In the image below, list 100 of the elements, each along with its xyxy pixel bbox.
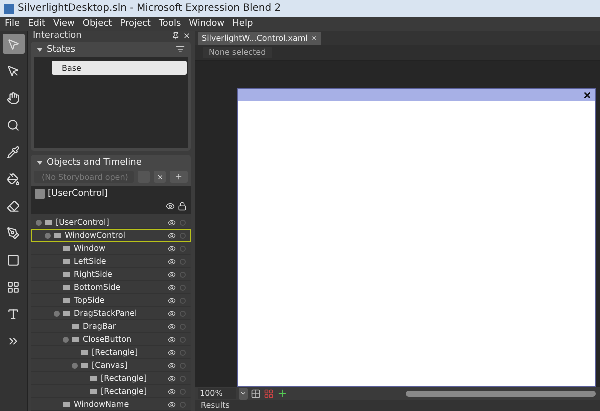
- tree-item[interactable]: [Rectangle]: [31, 385, 191, 398]
- pin-icon[interactable]: [172, 32, 180, 40]
- visibility-icon[interactable]: [168, 336, 176, 344]
- state-item[interactable]: Base: [52, 61, 187, 75]
- results-label: Results: [201, 401, 230, 410]
- tree-item[interactable]: WindowControl: [31, 229, 191, 242]
- element-icon: [90, 389, 97, 394]
- lock-toggle-icon[interactable]: [180, 272, 186, 278]
- section-title[interactable]: States: [37, 44, 76, 54]
- close-icon: [156, 174, 164, 180]
- chevron-down-icon: [240, 390, 247, 397]
- paint-bucket-icon: [7, 172, 20, 186]
- collapse-triangle-icon: [37, 48, 43, 52]
- element-icon: [63, 311, 70, 316]
- plus-icon: [175, 173, 183, 181]
- menu-item[interactable]: Project: [120, 19, 151, 29]
- element-icon: [63, 298, 70, 303]
- expander-icon[interactable]: [54, 310, 60, 316]
- visibility-icon[interactable]: [168, 232, 176, 240]
- lock-toggle-icon[interactable]: [180, 232, 186, 238]
- element-icon: [45, 220, 52, 225]
- text-icon: [7, 308, 20, 320]
- scrollbar[interactable]: [406, 390, 596, 396]
- pen-icon: [7, 226, 20, 240]
- rectangle-icon: [7, 254, 20, 266]
- lock-toggle-icon[interactable]: [180, 350, 186, 356]
- visibility-icon[interactable]: [168, 244, 176, 252]
- tab-close-button[interactable]: ×: [312, 34, 317, 43]
- tree-item[interactable]: TopSide: [31, 294, 191, 307]
- visibility-icon[interactable]: [168, 348, 176, 356]
- tree-item[interactable]: DragBar: [31, 320, 191, 333]
- lock-toggle-icon[interactable]: [180, 336, 186, 342]
- lock-toggle-icon[interactable]: [180, 284, 186, 290]
- lock-toggle-icon[interactable]: [180, 246, 186, 252]
- tree-item[interactable]: Window: [31, 242, 191, 255]
- lock-toggle-icon[interactable]: [180, 324, 186, 330]
- selection-icon: [7, 38, 20, 50]
- menu-item[interactable]: File: [5, 19, 20, 29]
- menu-item[interactable]: Tools: [158, 19, 182, 29]
- zoom-icon: [7, 118, 20, 132]
- visibility-icon[interactable]: [168, 400, 176, 408]
- visibility-icon[interactable]: [168, 322, 176, 330]
- visibility-icon[interactable]: [166, 202, 175, 211]
- visibility-icon[interactable]: [168, 296, 176, 304]
- menu-item[interactable]: Window: [189, 19, 225, 29]
- document-tab[interactable]: SilverlightW...Control.xaml ×: [198, 32, 321, 45]
- window-title: SilverlightDesktop.sln - Microsoft Expression Blend 2: [18, 3, 282, 14]
- element-icon: [72, 337, 79, 342]
- tree-item[interactable]: DragStackPanel: [31, 307, 191, 320]
- visibility-icon[interactable]: [168, 362, 176, 370]
- lock-toggle-icon[interactable]: [180, 220, 186, 226]
- visibility-icon[interactable]: [168, 258, 176, 266]
- element-icon: [54, 233, 61, 238]
- direct-selection-icon: [7, 64, 20, 78]
- visibility-icon[interactable]: [168, 310, 176, 318]
- element-icon: [63, 246, 70, 251]
- add-button[interactable]: [170, 171, 188, 183]
- zoom-dropdown[interactable]: [239, 388, 248, 400]
- element-icon: [63, 402, 70, 407]
- expander-icon[interactable]: [36, 220, 42, 226]
- element-icon: [63, 272, 70, 277]
- lock-toggle-icon[interactable]: [180, 388, 186, 394]
- lock-icon[interactable]: [178, 202, 187, 211]
- visibility-icon[interactable]: [168, 284, 176, 292]
- tree-item[interactable]: LeftSide: [31, 255, 191, 268]
- hand-icon: [7, 92, 20, 104]
- scope-label: [UserControl]: [48, 189, 108, 199]
- lock-toggle-icon[interactable]: [180, 402, 186, 408]
- expander-icon[interactable]: [72, 362, 78, 368]
- tool-button[interactable]: [2, 34, 24, 54]
- visibility-icon[interactable]: [168, 388, 176, 396]
- zoom-field[interactable]: 100%: [198, 388, 236, 399]
- lock-toggle-icon[interactable]: [180, 376, 186, 382]
- tree-item[interactable]: RightSide: [31, 268, 191, 281]
- tree-item[interactable]: WindowName: [31, 398, 191, 411]
- close-button[interactable]: [154, 171, 166, 183]
- pipette-icon: [7, 146, 20, 158]
- tree-item[interactable]: [Canvas]: [31, 359, 191, 372]
- lock-toggle-icon[interactable]: [180, 310, 186, 316]
- tree-item[interactable]: [Rectangle]: [31, 346, 191, 359]
- expander-icon[interactable]: [63, 336, 69, 342]
- expander-icon[interactable]: [45, 232, 51, 238]
- tree-item[interactable]: [Rectangle]: [31, 372, 191, 385]
- panel-title: Interaction: [33, 31, 82, 41]
- visibility-icon[interactable]: [168, 218, 176, 226]
- section-title[interactable]: Objects and Timeline: [37, 158, 142, 168]
- visibility-icon[interactable]: [168, 270, 176, 278]
- visibility-icon[interactable]: [168, 374, 176, 382]
- lock-toggle-icon[interactable]: [180, 362, 186, 368]
- tree-item[interactable]: [UserControl]: [31, 216, 191, 229]
- lock-toggle-icon[interactable]: [180, 258, 186, 264]
- tree-item[interactable]: BottomSide: [31, 281, 191, 294]
- close-icon[interactable]: [183, 32, 191, 40]
- menu-item[interactable]: Edit: [28, 19, 46, 29]
- menu-item[interactable]: Object: [82, 19, 112, 29]
- menu-item[interactable]: View: [54, 19, 75, 29]
- tree-item[interactable]: CloseButton: [31, 333, 191, 346]
- menu-item[interactable]: Help: [232, 19, 254, 29]
- lock-toggle-icon[interactable]: [180, 298, 186, 304]
- element-icon: [81, 350, 88, 355]
